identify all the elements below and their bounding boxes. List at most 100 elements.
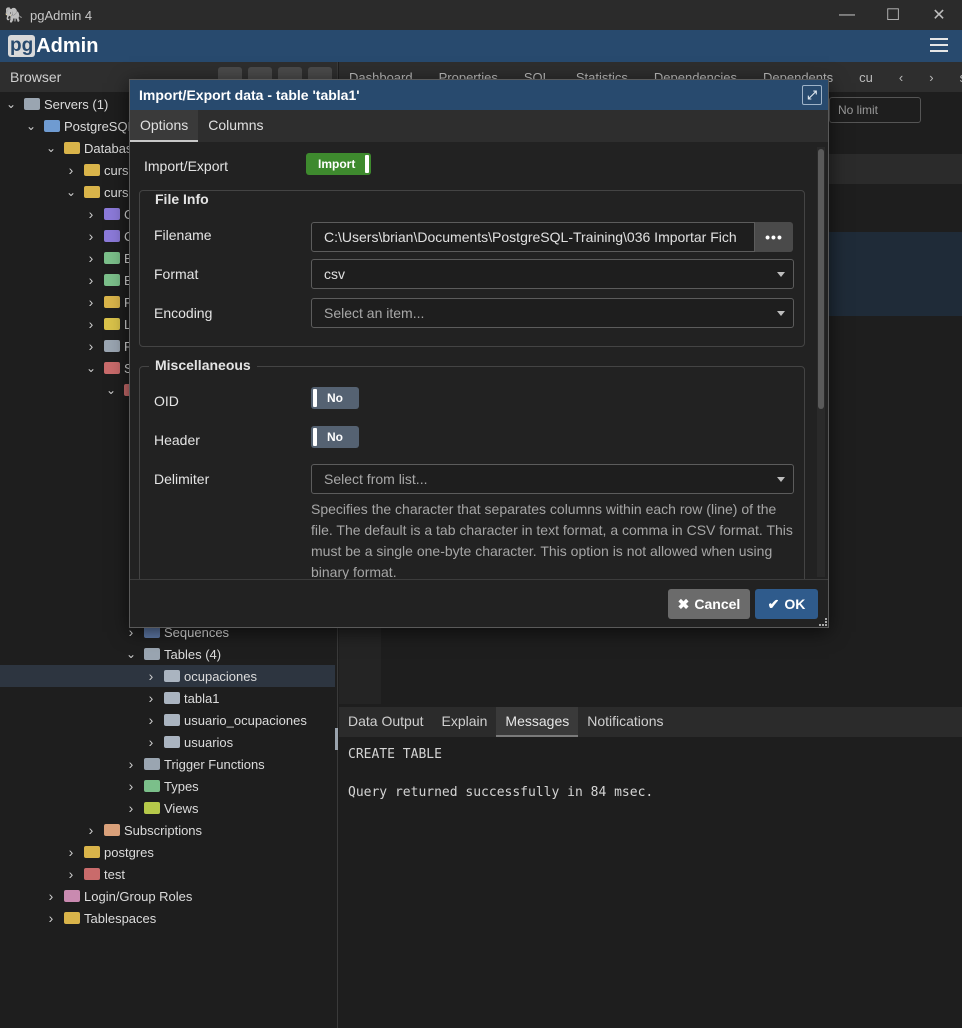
chevron-down-icon[interactable]: ⌄ (124, 647, 138, 661)
message-line (348, 764, 953, 783)
foreign-data-icon (104, 296, 120, 308)
chevron-down-icon[interactable]: ⌄ (24, 119, 38, 133)
dialog-title: Import/Export data - table 'tabla1' (139, 87, 360, 103)
tree-node[interactable]: › ocupaciones (0, 665, 335, 687)
import-export-toggle[interactable]: Import (306, 153, 371, 175)
elephant-icon (44, 120, 60, 132)
chevron-right-icon[interactable]: › (124, 756, 138, 772)
dialog-tabs: Options Columns (130, 110, 828, 142)
chevron-right-icon[interactable]: › (144, 712, 158, 728)
tree-node[interactable]: › usuarios (0, 731, 335, 753)
tab-data-output[interactable]: Data Output (339, 707, 433, 737)
chevron-right-icon[interactable]: › (64, 844, 78, 860)
dialog-scrollbar[interactable] (817, 147, 825, 577)
database-red-icon (84, 868, 100, 880)
chevron-right-icon[interactable]: › (84, 228, 98, 244)
tree-node-label: Subscriptions (124, 822, 203, 838)
chevron-right-icon[interactable]: › (144, 690, 158, 706)
message-line: CREATE TABLE (348, 747, 442, 762)
tree-node[interactable]: › Types (0, 775, 335, 797)
chevron-down-icon[interactable]: ⌄ (4, 97, 18, 111)
catalogs-icon (104, 230, 120, 242)
app-header: pg Admin (0, 30, 962, 62)
tree-node[interactable]: › Views (0, 797, 335, 819)
tree-node-label: Tables (4) (164, 646, 222, 662)
tree-node[interactable]: › Trigger Functions (0, 753, 335, 775)
limit-select[interactable]: No limit (829, 97, 921, 123)
tab-scroll-left-icon[interactable]: ‹ (899, 70, 903, 85)
resize-grip-icon[interactable] (819, 618, 827, 626)
chevron-right-icon[interactable]: › (44, 888, 58, 904)
header-toggle[interactable]: No (311, 426, 359, 448)
tree-scroll-indicator (335, 728, 338, 750)
table-icon (164, 670, 180, 682)
browser-title: Browser (10, 69, 62, 85)
maximize-dialog-icon[interactable]: ⤢ (802, 85, 822, 105)
minimize-icon[interactable]: — (824, 0, 870, 30)
chevron-right-icon[interactable]: › (64, 866, 78, 882)
tab-messages[interactable]: Messages (496, 707, 579, 737)
tree-node[interactable]: › test (0, 863, 335, 885)
toggle-knob (313, 428, 317, 446)
chevron-down-icon (777, 311, 785, 316)
chevron-right-icon[interactable]: › (44, 910, 58, 926)
tree-node-label: Servers (1) (44, 96, 109, 112)
tab-query-editor[interactable]: cu (859, 70, 873, 85)
format-select[interactable]: csv (311, 259, 794, 289)
tab-columns[interactable]: Columns (198, 110, 273, 142)
hamburger-menu-icon[interactable] (930, 38, 948, 52)
database-icon (84, 846, 100, 858)
delimiter-help-text: Specifies the character that separates c… (311, 501, 793, 579)
chevron-right-icon[interactable]: › (124, 778, 138, 794)
databases-icon (64, 142, 80, 154)
close-icon[interactable]: ✕ (916, 0, 962, 30)
extensions-icon (104, 274, 120, 286)
tree-node[interactable]: › usuario_ocupaciones (0, 709, 335, 731)
tab-explain[interactable]: Explain (433, 707, 497, 737)
tree-node[interactable]: › Tablespaces (0, 907, 335, 929)
roles-icon (64, 890, 80, 902)
event-triggers-icon (104, 252, 120, 264)
tree-node-label: Databas (84, 140, 133, 156)
scrollbar-thumb[interactable] (818, 149, 824, 409)
chevron-right-icon[interactable]: › (84, 250, 98, 266)
tree-node[interactable]: › tabla1 (0, 687, 335, 709)
chevron-right-icon[interactable]: › (84, 822, 98, 838)
tree-node[interactable]: › Login/Group Roles (0, 885, 335, 907)
dialog-footer: ✖ Cancel ✔ OK (130, 579, 828, 627)
chevron-right-icon[interactable]: › (84, 272, 98, 288)
chevron-right-icon[interactable]: › (84, 338, 98, 354)
chevron-right-icon[interactable]: › (144, 668, 158, 684)
tab-notifications[interactable]: Notifications (578, 707, 672, 737)
languages-icon (104, 318, 120, 330)
tree-node[interactable]: › postgres (0, 841, 335, 863)
tree-node[interactable]: › Subscriptions (0, 819, 335, 841)
checkmark-icon: ✔ (767, 595, 780, 612)
chevron-right-icon[interactable]: › (84, 316, 98, 332)
maximize-icon[interactable]: ☐ (870, 0, 916, 30)
chevron-right-icon[interactable]: › (84, 294, 98, 310)
filename-input[interactable]: C:\Users\brian\Documents\PostgreSQL-Trai… (311, 222, 755, 252)
encoding-select[interactable]: Select an item... (311, 298, 794, 328)
chevron-down-icon[interactable]: ⌄ (44, 141, 58, 155)
tab-options[interactable]: Options (130, 110, 199, 142)
oid-toggle[interactable]: No (311, 387, 359, 409)
browse-file-button[interactable]: ••• (755, 222, 793, 252)
close-icon: ✖ (677, 595, 690, 612)
chevron-right-icon[interactable]: › (144, 734, 158, 750)
chevron-right-icon[interactable]: › (124, 800, 138, 816)
views-icon (144, 802, 160, 814)
tab-scroll-right-icon[interactable]: › (929, 70, 933, 85)
cancel-button[interactable]: ✖ Cancel (668, 589, 750, 619)
table-icon (164, 736, 180, 748)
encoding-label: Encoding (154, 305, 213, 321)
chevron-down-icon[interactable]: ⌄ (84, 361, 98, 375)
delimiter-select[interactable]: Select from list... (311, 464, 794, 494)
chevron-down-icon[interactable]: ⌄ (104, 383, 118, 397)
chevron-down-icon[interactable]: ⌄ (64, 185, 78, 199)
results-tabs: Data Output Explain Messages Notificatio… (339, 707, 962, 737)
ok-button[interactable]: ✔ OK (755, 589, 818, 619)
tree-node[interactable]: ⌄ Tables (4) (0, 643, 335, 665)
chevron-right-icon[interactable]: › (64, 162, 78, 178)
chevron-right-icon[interactable]: › (84, 206, 98, 222)
